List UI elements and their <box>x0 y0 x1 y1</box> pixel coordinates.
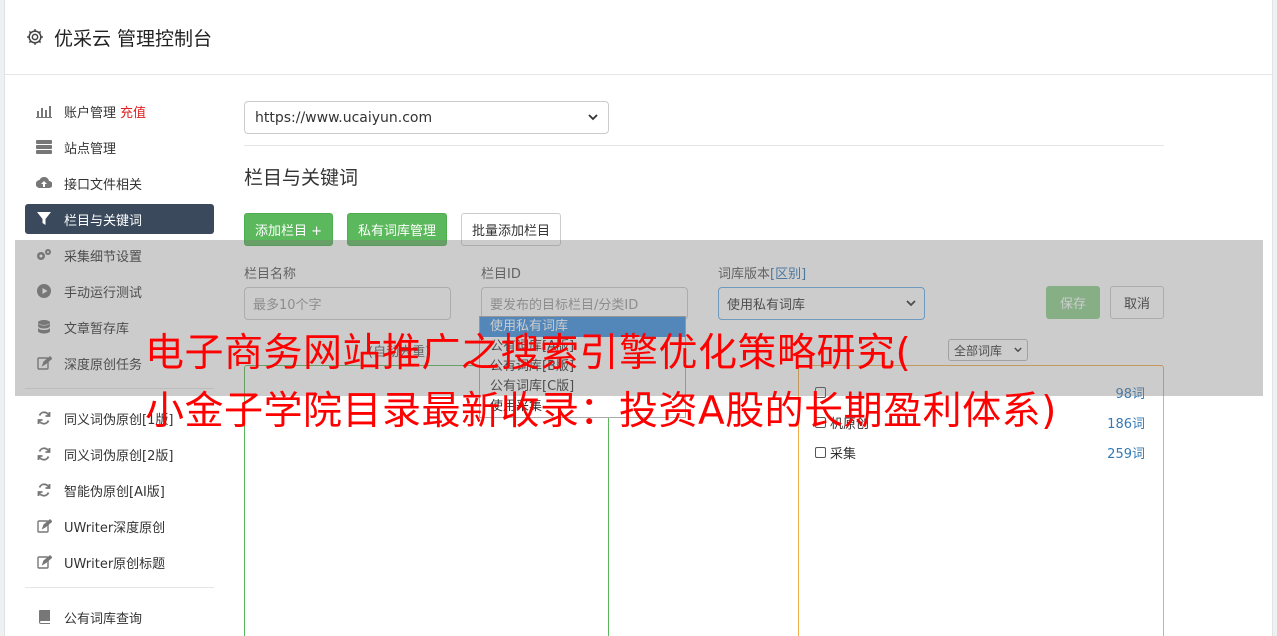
sidebar-item-account[interactable]: 账户管理 充值 <box>25 96 214 126</box>
sidebar-item-uwriter-title[interactable]: UWriter原创标题 <box>25 547 214 577</box>
refresh-icon <box>36 410 52 426</box>
sidebar-item-label: 智能伪原创[AI版] <box>64 484 165 500</box>
library-item-left: 采集 <box>815 443 856 462</box>
sidebar-item-label: 接口文件相关 <box>64 177 143 193</box>
sidebar-item-sites[interactable]: 站点管理 <box>25 132 214 162</box>
recharge-link[interactable]: 充值 <box>120 102 146 121</box>
site-select-value: https://www.ucaiyun.com <box>255 109 433 126</box>
sidebar-item-label: 栏目与关键词 <box>64 213 143 229</box>
checkbox[interactable] <box>815 446 826 458</box>
sidebar-item-public-lib[interactable]: 公有词库查询 <box>25 602 214 632</box>
sidebar-item-label: UWriter深度原创 <box>64 520 166 536</box>
sidebar-item-uwriter-deep[interactable]: UWriter深度原创 <box>25 511 214 541</box>
library-item[interactable]: 采集 259词 <box>815 442 1145 462</box>
section-title: 栏目与关键词 <box>244 167 359 189</box>
library-count[interactable]: 259词 <box>1107 443 1145 462</box>
bar-chart-icon <box>36 103 52 119</box>
banner-line-1: 电子商务网站推广之搜索引擎优化策略研究( <box>145 331 912 376</box>
cloud-upload-icon <box>36 175 52 191</box>
sidebar-item-label: 账户管理 <box>64 105 117 121</box>
library-count[interactable]: 186词 <box>1107 413 1145 432</box>
sidebar-divider <box>25 587 214 588</box>
sidebar-item-label: 公有词库查询 <box>64 611 143 627</box>
refresh-icon <box>36 446 52 462</box>
filter-icon <box>36 211 52 227</box>
server-icon <box>36 139 52 155</box>
page-title: 优采云 管理控制台 <box>54 27 213 50</box>
banner-line-2: 小金子学院目录最新收录：投资A股的长期盈利体系) <box>145 389 1057 434</box>
header: 优采云 管理控制台 <box>5 0 1272 75</box>
sidebar-item-interface[interactable]: 接口文件相关 <box>25 168 214 198</box>
divider <box>244 145 1164 146</box>
site-select[interactable]: https://www.ucaiyun.com <box>244 101 609 134</box>
sidebar-item-label: 站点管理 <box>64 141 117 157</box>
sidebar-item-columns[interactable]: 栏目与关键词 <box>25 204 214 234</box>
gear-icon <box>27 29 43 45</box>
refresh-icon <box>36 482 52 498</box>
edit-icon <box>36 518 52 534</box>
chevron-down-icon <box>588 114 598 121</box>
sidebar-item-ai-original[interactable]: 智能伪原创[AI版] <box>25 475 214 505</box>
sidebar-item-label: 同义词伪原创[2版] <box>64 448 174 464</box>
edit-icon <box>36 554 52 570</box>
sidebar-item-synonym-v2[interactable]: 同义词伪原创[2版] <box>25 439 214 469</box>
book-icon <box>36 609 52 625</box>
sidebar-item-label: UWriter原创标题 <box>64 556 166 572</box>
library-name: 采集 <box>830 446 857 462</box>
